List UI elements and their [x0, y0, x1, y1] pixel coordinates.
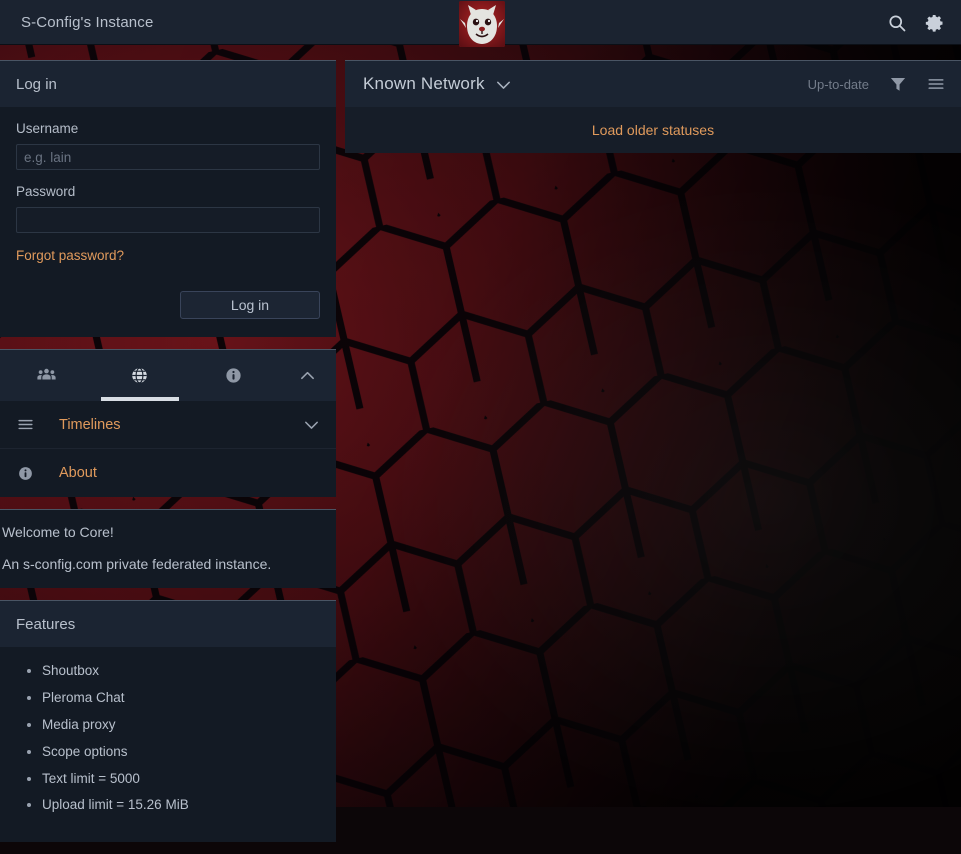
timeline-action-group: [889, 75, 945, 93]
tab-about[interactable]: [187, 350, 280, 401]
collapse-navigation-button[interactable]: [280, 350, 336, 401]
username-input[interactable]: [16, 144, 320, 170]
load-older-statuses-button[interactable]: Load older statuses: [345, 107, 961, 153]
welcome-heading-line: Welcome to Core!: [2, 524, 114, 540]
list-item: Upload limit = 15.26 MiB: [42, 797, 336, 814]
search-icon[interactable]: [887, 13, 907, 33]
users-group-icon: [37, 368, 56, 380]
log-in-button[interactable]: Log in: [180, 291, 320, 319]
login-panel: Log in Username Password Forgot password…: [0, 60, 336, 337]
timeline-panel: Known Network Up-to-date Load older stat…: [345, 60, 961, 153]
navigation-tab-bar: [0, 350, 336, 401]
chevron-down-icon[interactable]: [495, 76, 512, 93]
info-circle-icon: [226, 368, 241, 383]
list-item: Shoutbox: [42, 663, 336, 680]
welcome-panel: Welcome to Core! An s-config.com private…: [0, 509, 336, 588]
sidebar-item-label: Timelines: [59, 416, 121, 433]
list-item: Text limit = 5000: [42, 771, 336, 788]
login-panel-heading: Log in: [0, 61, 336, 107]
info-circle-icon: [16, 464, 35, 483]
timeline-header: Known Network Up-to-date: [345, 61, 961, 107]
globe-icon: [132, 367, 148, 384]
password-input[interactable]: [16, 207, 320, 233]
login-actions-row: Log in: [16, 291, 320, 319]
timeline-column: Known Network Up-to-date Load older stat…: [345, 60, 961, 153]
cat-mascot-logo[interactable]: [459, 1, 505, 47]
page-title: S-Config's Instance: [21, 13, 154, 31]
top-navigation-bar: S-Config's Instance: [0, 0, 961, 47]
tab-known-network[interactable]: [93, 350, 186, 401]
status-badge: Up-to-date: [807, 76, 869, 92]
chevron-up-icon: [301, 371, 315, 380]
gear-icon[interactable]: [925, 13, 945, 33]
forgot-password-link[interactable]: Forgot password?: [16, 248, 124, 263]
timeline-title: Known Network: [363, 74, 485, 93]
chevron-down-icon[interactable]: [303, 416, 320, 433]
password-field-group: Password: [16, 184, 320, 233]
features-panel-heading: Features: [0, 601, 336, 647]
list-item: Pleroma Chat: [42, 690, 336, 707]
sidebar-item-timelines[interactable]: Timelines: [0, 401, 336, 449]
navigation-panel: Timelines About: [0, 349, 336, 497]
password-label: Password: [16, 184, 76, 199]
hamburger-menu-icon[interactable]: [927, 75, 945, 93]
login-form: Username Password Forgot password? Log i…: [0, 107, 336, 337]
features-panel: Features Shoutbox Pleroma Chat Media pro…: [0, 600, 336, 843]
hamburger-icon: [16, 415, 35, 434]
tab-users[interactable]: [0, 350, 93, 401]
list-item: Media proxy: [42, 717, 336, 734]
topbar-icon-group: [887, 0, 945, 45]
sidebar-item-label: About: [59, 465, 97, 481]
list-item: Scope options: [42, 744, 336, 761]
filter-funnel-icon[interactable]: [889, 75, 907, 93]
features-list: Shoutbox Pleroma Chat Media proxy Scope …: [0, 647, 336, 842]
welcome-description-line: An s-config.com private federated instan…: [2, 556, 272, 572]
left-sidebar-column: Log in Username Password Forgot password…: [0, 60, 336, 854]
sidebar-item-about[interactable]: About: [0, 449, 336, 497]
username-label: Username: [16, 121, 79, 136]
username-field-group: Username: [16, 121, 320, 170]
